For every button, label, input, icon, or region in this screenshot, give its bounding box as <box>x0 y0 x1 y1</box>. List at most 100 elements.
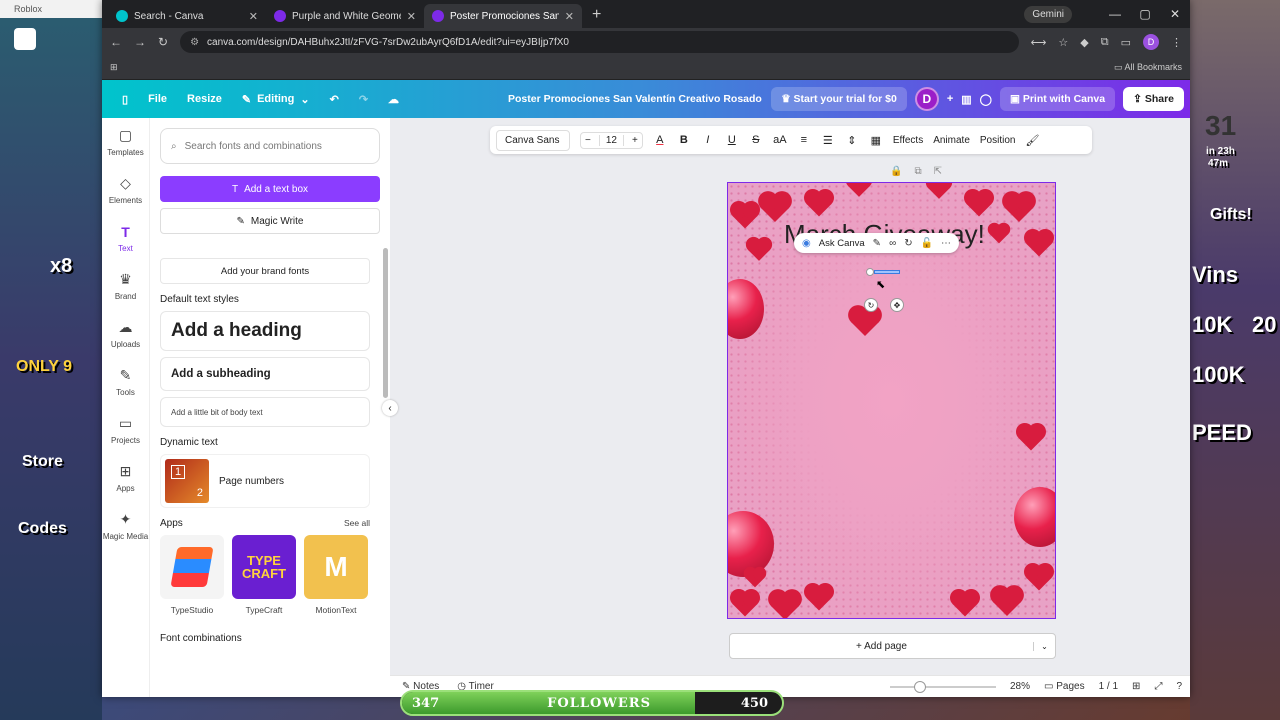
rotate-icon[interactable]: ↻ <box>904 238 912 249</box>
poster-canvas[interactable]: March Giveaway! ◉ Ask Canva ✎ ∞ ↻ 🔓 ⋯ ⬉ … <box>727 182 1056 619</box>
font-size-stepper[interactable]: − 12 + <box>580 131 643 149</box>
zoom-slider[interactable] <box>889 680 996 693</box>
more-options-icon[interactable]: ⋯ <box>941 238 951 249</box>
rail-text[interactable]: T Text <box>102 214 149 262</box>
animate-button[interactable]: Animate <box>933 135 970 146</box>
start-trial-button[interactable]: ♛ Start your trial for $0 <box>771 87 907 111</box>
resize-handle[interactable] <box>866 268 874 276</box>
pages-button[interactable]: ▭ Pages <box>1044 681 1085 692</box>
collapse-panel-button[interactable]: ‹ <box>382 400 398 416</box>
panel-scrollbar[interactable] <box>383 248 388 398</box>
close-tab-icon[interactable]: ✕ <box>249 10 258 23</box>
move-handle-icon[interactable]: ✥ <box>890 298 904 312</box>
rail-tools[interactable]: ✎ Tools <box>102 358 149 406</box>
all-bookmarks[interactable]: ▭ All Bookmarks <box>1114 62 1182 73</box>
grid-view-icon[interactable]: ⊞ <box>1132 681 1140 692</box>
magic-edit-icon[interactable]: ✎ <box>873 238 881 249</box>
undo-icon[interactable]: ↶ <box>320 93 349 106</box>
cloud-save-icon[interactable]: ☁ <box>378 93 409 106</box>
align-icon[interactable]: ≡ <box>797 134 811 146</box>
apps-grid-icon[interactable]: ⊞ <box>110 62 118 73</box>
list-icon[interactable]: ☰ <box>821 134 835 147</box>
tab-search-canva[interactable]: Search - Canva ✕ <box>108 4 266 28</box>
ask-canva-button[interactable]: Ask Canva <box>819 238 865 249</box>
rail-templates[interactable]: ▢ Templates <box>102 118 149 166</box>
copy-style-icon[interactable]: 🖌 <box>1025 134 1039 147</box>
add-subheading-card[interactable]: Add a subheading <box>160 357 370 391</box>
rail-elements[interactable]: ◇ Elements <box>102 166 149 214</box>
redo-icon[interactable]: ↷ <box>349 93 378 106</box>
design-title[interactable]: Poster Promociones San Valentín Creativo… <box>508 93 762 105</box>
rail-uploads[interactable]: ☁ Uploads <box>102 310 149 358</box>
file-menu[interactable]: File <box>138 93 177 105</box>
chevron-down-icon[interactable]: ⌄ <box>1033 641 1055 651</box>
font-size-value[interactable]: 12 <box>598 134 624 146</box>
resize-button[interactable]: Resize <box>177 93 232 105</box>
back-icon[interactable]: ← <box>110 35 122 49</box>
underline-icon[interactable]: U <box>725 134 739 146</box>
font-search-input[interactable]: ⌕ Search fonts and combinations <box>160 128 380 164</box>
see-all-link[interactable]: See all <box>344 518 370 529</box>
magic-write-button[interactable]: ✎ Magic Write <box>160 208 380 234</box>
share-button[interactable]: ⇪ Share <box>1123 87 1184 111</box>
add-page-button[interactable]: + Add page <box>730 641 1033 652</box>
add-collaborator-icon[interactable]: + <box>947 93 953 105</box>
increase-size-button[interactable]: + <box>632 135 638 146</box>
close-tab-icon[interactable]: ✕ <box>565 10 574 23</box>
gemini-button[interactable]: Gemini <box>1024 5 1072 23</box>
add-text-box-button[interactable]: T Add a text box <box>160 176 380 202</box>
decrease-size-button[interactable]: − <box>585 135 591 146</box>
page-numbers-card[interactable]: 12 Page numbers <box>160 454 370 508</box>
link-icon[interactable]: ∞ <box>889 238 896 249</box>
tab-poster-active[interactable]: Poster Promociones San Valentín ✕ <box>424 4 582 28</box>
translate-icon[interactable]: ⟷ <box>1031 36 1047 49</box>
add-brand-fonts-button[interactable]: Add your brand fonts <box>160 258 370 284</box>
user-avatar[interactable]: D <box>914 87 939 111</box>
rail-magic-media[interactable]: ✦ Magic Media <box>102 502 149 550</box>
minimize-icon[interactable]: — <box>1100 7 1130 21</box>
app-motiontext[interactable]: M MotionText <box>304 535 368 615</box>
extension-icon[interactable]: ◆ <box>1080 36 1088 49</box>
comments-icon[interactable]: ◯ <box>980 93 992 106</box>
add-page-icon[interactable]: ⇱ <box>934 166 942 177</box>
font-family-select[interactable]: Canva Sans <box>496 129 570 151</box>
profile-avatar[interactable]: D <box>1143 34 1159 50</box>
zoom-level[interactable]: 28% <box>1010 681 1030 692</box>
site-info-icon[interactable]: ⚙ <box>190 37 199 48</box>
maximize-icon[interactable]: ▢ <box>1130 7 1160 21</box>
side-panel-toggle-icon[interactable]: ▯ <box>112 93 138 106</box>
zoom-slider-knob[interactable] <box>913 680 926 693</box>
bold-icon[interactable]: B <box>677 134 691 146</box>
lock-icon[interactable]: 🔓 <box>921 238 933 249</box>
fullscreen-icon[interactable]: ⤢ <box>1154 681 1162 692</box>
text-color-icon[interactable]: A <box>653 134 667 146</box>
bookmark-star-icon[interactable]: ☆ <box>1058 36 1068 49</box>
lock-icon[interactable]: 🔒 <box>890 166 902 177</box>
print-with-canva-button[interactable]: ▣ Print with Canva <box>999 87 1116 111</box>
rail-apps[interactable]: ⊞ Apps <box>102 454 149 502</box>
app-typestudio[interactable]: TypeStudio <box>160 535 224 615</box>
close-window-icon[interactable]: ✕ <box>1160 7 1190 21</box>
rail-brand[interactable]: ♛ Brand <box>102 262 149 310</box>
help-icon[interactable]: ? <box>1176 681 1182 692</box>
close-tab-icon[interactable]: ✕ <box>407 10 416 23</box>
add-heading-card[interactable]: Add a heading <box>160 311 370 351</box>
duplicate-page-icon[interactable]: ⧉ <box>914 166 921 177</box>
selected-text-box[interactable] <box>874 270 900 274</box>
italic-icon[interactable]: I <box>701 134 715 146</box>
app-typecraft[interactable]: TYPE CRAFT TypeCraft <box>232 535 296 615</box>
spacing-icon[interactable]: ⇕ <box>845 134 859 147</box>
rotate-handle-icon[interactable]: ↻ <box>864 298 878 312</box>
puzzle-icon[interactable]: ⧉ <box>1101 36 1109 49</box>
effects-button[interactable]: Effects <box>893 135 923 146</box>
url-field[interactable]: ⚙ canva.com/design/DAHBuhx2JtI/zFVG-7srD… <box>180 31 1019 53</box>
insights-chart-icon[interactable]: ▥ <box>961 93 971 106</box>
strikethrough-icon[interactable]: S <box>749 134 763 146</box>
sidebar-icon[interactable]: ▭ <box>1121 36 1131 49</box>
roblox-app-icon[interactable] <box>14 28 36 50</box>
forward-icon[interactable]: → <box>134 35 146 49</box>
new-tab-button[interactable]: + <box>582 6 611 28</box>
menu-kebab-icon[interactable]: ⋮ <box>1171 36 1182 49</box>
add-body-text-card[interactable]: Add a little bit of body text <box>160 397 370 427</box>
tab-purple-geometric[interactable]: Purple and White Geometric Ba ✕ <box>266 4 424 28</box>
